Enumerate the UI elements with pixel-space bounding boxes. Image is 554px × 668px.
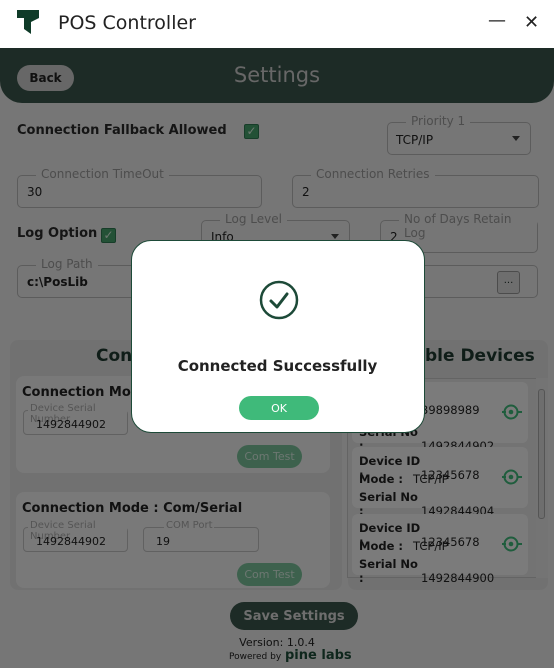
app-title: POS Controller: [58, 12, 196, 34]
success-dialog: Connected Successfully OK: [131, 240, 425, 433]
ok-button[interactable]: OK: [239, 396, 319, 420]
app-logo-icon: [17, 10, 39, 34]
title-bar: POS Controller — ✕: [0, 0, 554, 48]
dialog-message: Connected Successfully: [177, 357, 378, 375]
close-icon[interactable]: ✕: [524, 12, 539, 33]
minimize-icon[interactable]: —: [488, 10, 506, 31]
check-circle-icon: [259, 280, 299, 320]
